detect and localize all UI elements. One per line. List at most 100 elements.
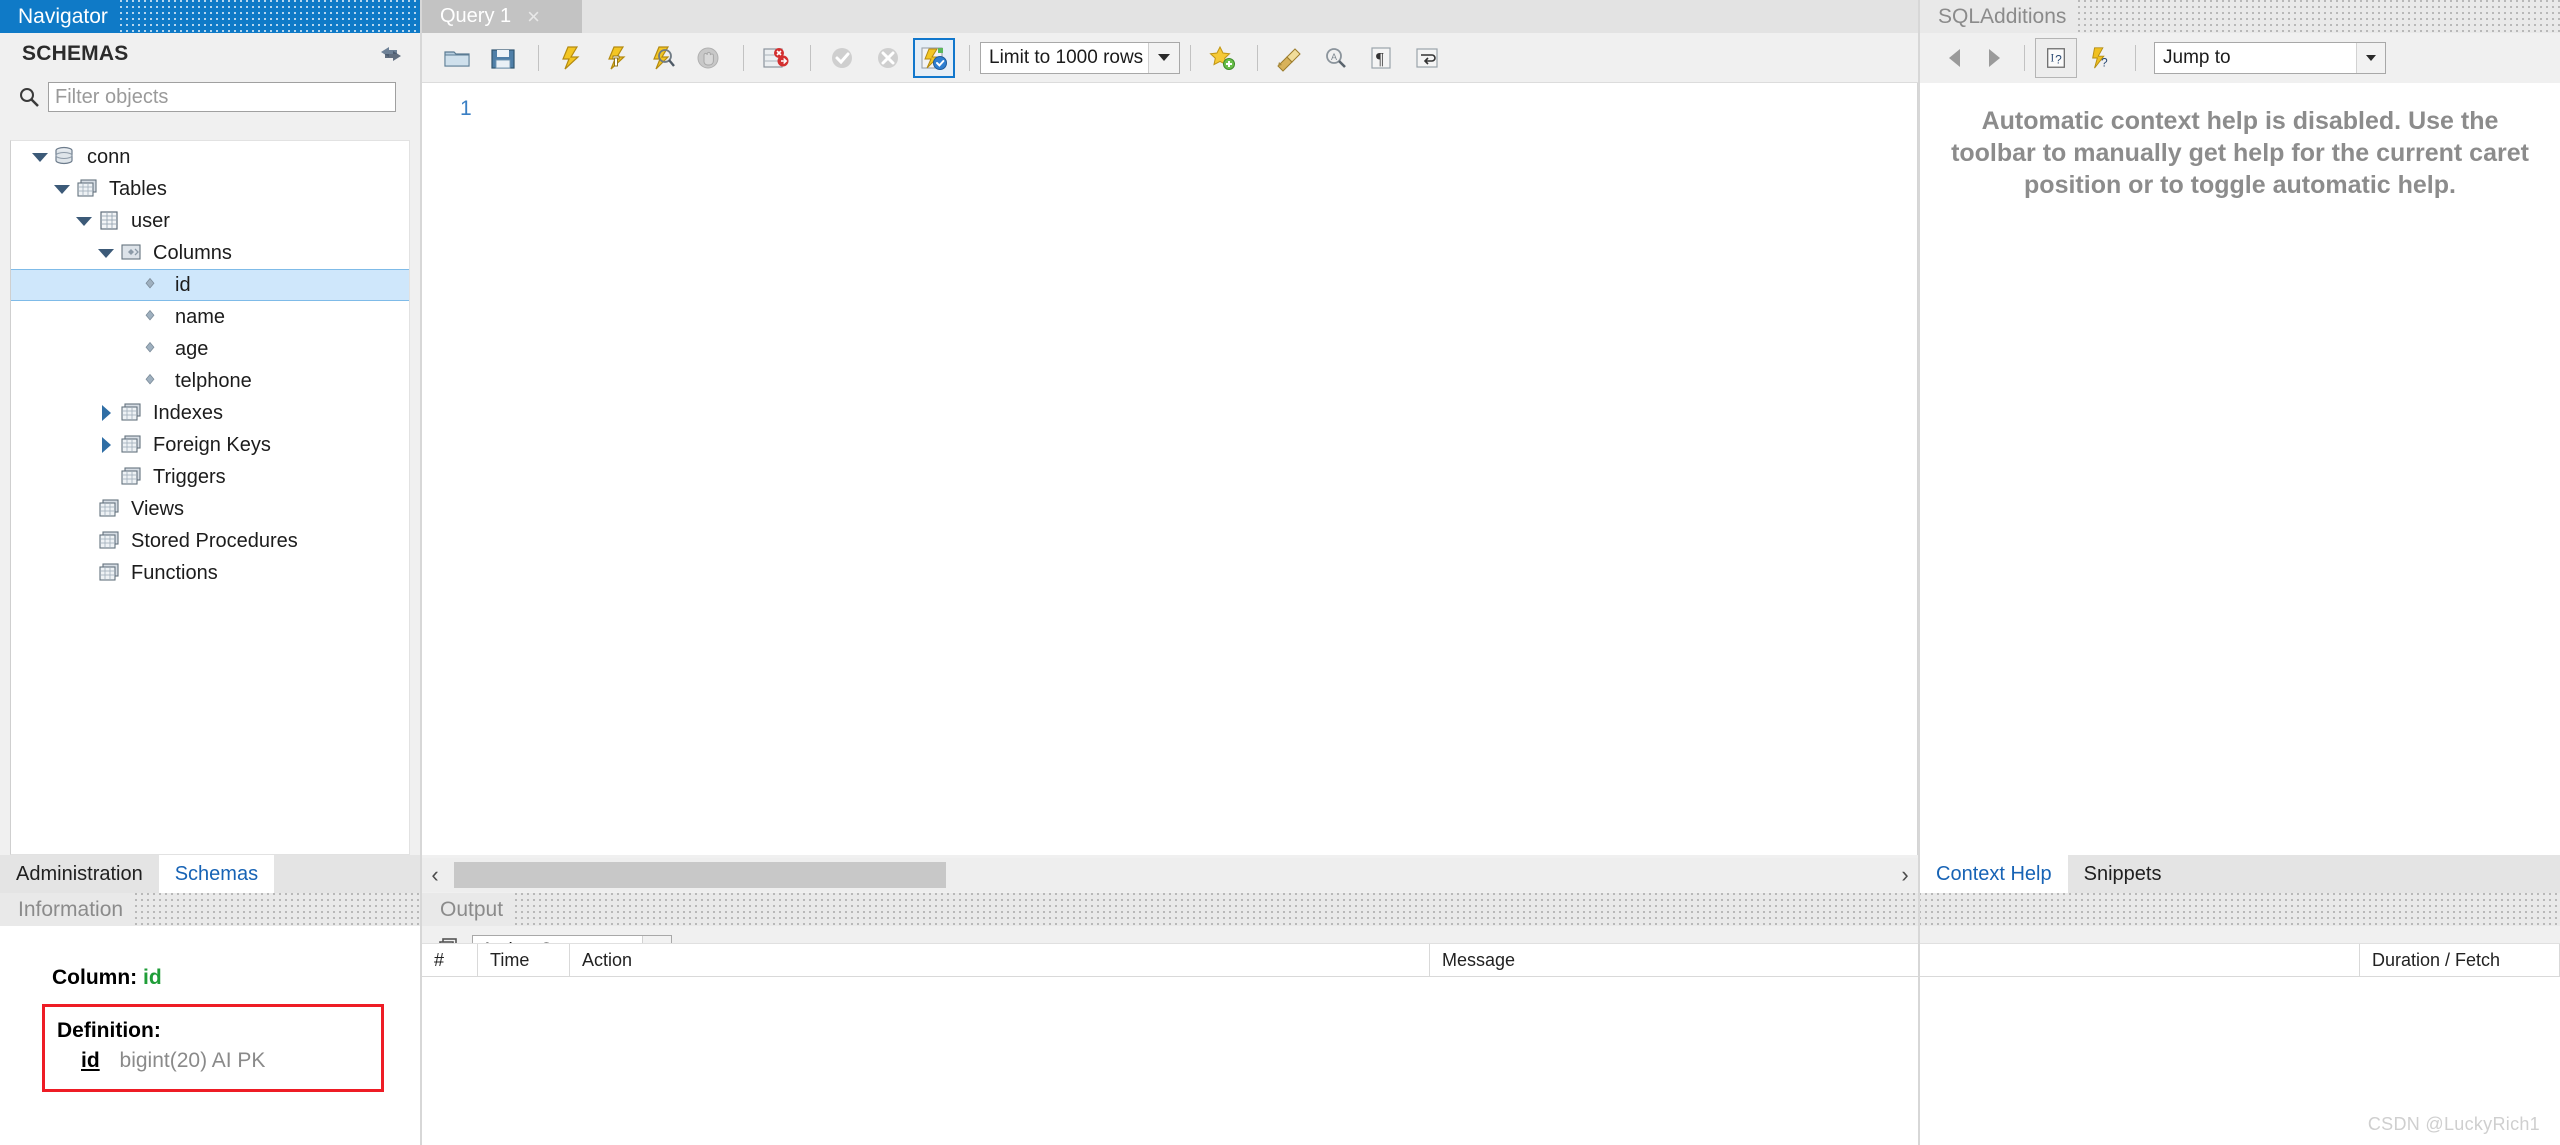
jump-to-value: Jump to: [2163, 47, 2231, 68]
filter-objects-input[interactable]: [48, 82, 396, 112]
wrap-lines-icon[interactable]: [1406, 38, 1448, 78]
find-icon[interactable]: A: [1314, 38, 1356, 78]
context-help-message: Automatic context help is disabled. Use …: [1951, 107, 2529, 199]
stop-execution-icon[interactable]: [687, 38, 729, 78]
tree-item-conn[interactable]: conn: [11, 141, 409, 173]
tree-item-user[interactable]: user: [11, 205, 409, 237]
tree-twisty-empty: [117, 274, 139, 296]
show-invisible-chars-icon[interactable]: ¶: [1360, 38, 1402, 78]
views-folder-icon: [95, 497, 123, 521]
beautify-sql-icon[interactable]: [1268, 38, 1310, 78]
columns-folder-icon: [117, 241, 145, 265]
tree-item-tables[interactable]: Tables: [11, 173, 409, 205]
save-sql-script-icon[interactable]: [482, 38, 524, 78]
definition-field-type: bigint(20) AI PK: [119, 1049, 266, 1072]
tree-twisty-empty: [73, 530, 95, 552]
tree-item-stored-procedures[interactable]: Stored Procedures: [11, 525, 409, 557]
vertical-divider-right[interactable]: [1918, 0, 1920, 1145]
rollback-icon[interactable]: [867, 38, 909, 78]
stored-procedures-folder-icon: [95, 529, 123, 553]
toggle-stop-on-error-icon[interactable]: [754, 38, 796, 78]
schema-tree[interactable]: conn Tables user Columns id name age telphone In…: [10, 140, 410, 855]
chevron-down-icon[interactable]: [51, 178, 73, 200]
tab-context-help[interactable]: Context Help: [1920, 855, 2068, 893]
output-table-body[interactable]: [422, 977, 2560, 1145]
definition-line: id bigint(20) AI PK: [57, 1049, 381, 1073]
schemas-header: SCHEMAS: [0, 33, 420, 75]
output-table-header: # Time Action Message Duration / Fetch: [422, 944, 2560, 977]
tree-item-triggers[interactable]: Triggers: [11, 461, 409, 493]
tree-item-id[interactable]: id: [11, 269, 409, 301]
tree-item-name[interactable]: name: [11, 301, 409, 333]
close-icon[interactable]: ×: [527, 5, 540, 28]
svg-text:?: ?: [2101, 55, 2108, 69]
toolbar-separator: [1257, 44, 1258, 71]
tree-twisty-empty: [73, 562, 95, 584]
toolbar-separator: [1190, 44, 1191, 71]
mysql-workbench-window: Navigator SCHEMAS connTablesuserC: [0, 0, 2560, 1145]
context-help-body: Automatic context help is disabled. Use …: [1920, 83, 2560, 855]
scroll-right-icon[interactable]: ›: [1892, 862, 1918, 888]
tree-item-foreign-keys[interactable]: Foreign Keys: [11, 429, 409, 461]
chevron-down-icon[interactable]: [29, 146, 51, 168]
chevron-down-icon[interactable]: [73, 210, 95, 232]
jump-to-select[interactable]: Jump to: [2154, 42, 2386, 74]
commit-icon[interactable]: [821, 38, 863, 78]
information-column-line: Column: id: [52, 966, 420, 990]
sql-editor[interactable]: 1: [422, 83, 1918, 855]
toggle-autocommit-icon[interactable]: [913, 37, 955, 78]
chevron-down-icon[interactable]: [1148, 42, 1179, 73]
tree-item-columns[interactable]: Columns: [11, 237, 409, 269]
tree-item-indexes[interactable]: Indexes: [11, 397, 409, 429]
sql-additions-tabs[interactable]: Context Help Snippets: [1920, 855, 2560, 893]
navigator-tabs[interactable]: Administration Schemas: [0, 855, 420, 893]
table-icon: [95, 209, 123, 233]
svg-text:A: A: [1331, 52, 1337, 62]
execute-statement-icon[interactable]: [549, 38, 591, 78]
refresh-schemas-icon[interactable]: [378, 43, 404, 65]
output-column-header[interactable]: Time: [478, 944, 570, 976]
automatic-context-help-icon[interactable]: ?: [2081, 39, 2121, 77]
information-panel: Information Column: id Definition: id bi…: [0, 893, 420, 1145]
output-column-header[interactable]: Duration / Fetch: [2360, 944, 2560, 976]
tree-item-label: Foreign Keys: [153, 434, 271, 456]
watermark: CSDN @LuckyRich1: [2367, 1114, 2540, 1134]
output-column-header[interactable]: #: [422, 944, 478, 976]
sql-additions-caption-label: SQLAdditions: [1938, 4, 2067, 28]
scrollbar-thumb[interactable]: [454, 862, 946, 888]
nav-forward-icon[interactable]: [1974, 39, 2014, 77]
vertical-divider-left[interactable]: [420, 0, 422, 1145]
chevron-down-icon[interactable]: [2356, 43, 2385, 73]
scrollbar-track[interactable]: [448, 862, 1892, 888]
output-column-header[interactable]: Message: [1430, 944, 2360, 976]
add-snippet-icon[interactable]: [1201, 38, 1243, 78]
chevron-right-icon[interactable]: [95, 402, 117, 424]
tab-query-1[interactable]: Query 1 ×: [422, 0, 582, 33]
open-sql-script-icon[interactable]: [436, 38, 478, 78]
editor-horizontal-scrollbar[interactable]: ‹ ›: [422, 858, 1918, 892]
toolbar-separator: [810, 44, 811, 71]
tree-item-age[interactable]: age: [11, 333, 409, 365]
execute-current-statement-icon[interactable]: [595, 38, 637, 78]
tree-item-telphone[interactable]: telphone: [11, 365, 409, 397]
query-editor-panel: Query 1 × Limit to 1000 rows A ¶ 1 ‹ ›: [422, 0, 1918, 893]
tree-item-functions[interactable]: Functions: [11, 557, 409, 589]
limit-rows-value: Limit to 1000 rows: [989, 46, 1144, 68]
information-caption-label: Information: [18, 897, 124, 921]
tab-label: Snippets: [2083, 862, 2162, 885]
tab-administration[interactable]: Administration: [0, 855, 159, 893]
context-help-icon[interactable]: I ?: [2035, 38, 2077, 78]
chevron-down-icon[interactable]: [95, 242, 117, 264]
sql-additions-caption: SQLAdditions: [1920, 0, 2560, 33]
tab-schemas[interactable]: Schemas: [158, 855, 275, 893]
sql-additions-toolbar: I ? ? Jump to: [1920, 33, 2560, 83]
tab-snippets[interactable]: Snippets: [2068, 855, 2178, 893]
limit-rows-select[interactable]: Limit to 1000 rows: [980, 41, 1180, 74]
explain-query-icon[interactable]: [641, 38, 683, 78]
scroll-left-icon[interactable]: ‹: [422, 862, 448, 888]
output-column-header[interactable]: Action: [570, 944, 1430, 976]
tree-item-views[interactable]: Views: [11, 493, 409, 525]
nav-back-icon[interactable]: [1934, 39, 1974, 77]
chevron-right-icon[interactable]: [95, 434, 117, 456]
database-icon: [51, 145, 79, 169]
